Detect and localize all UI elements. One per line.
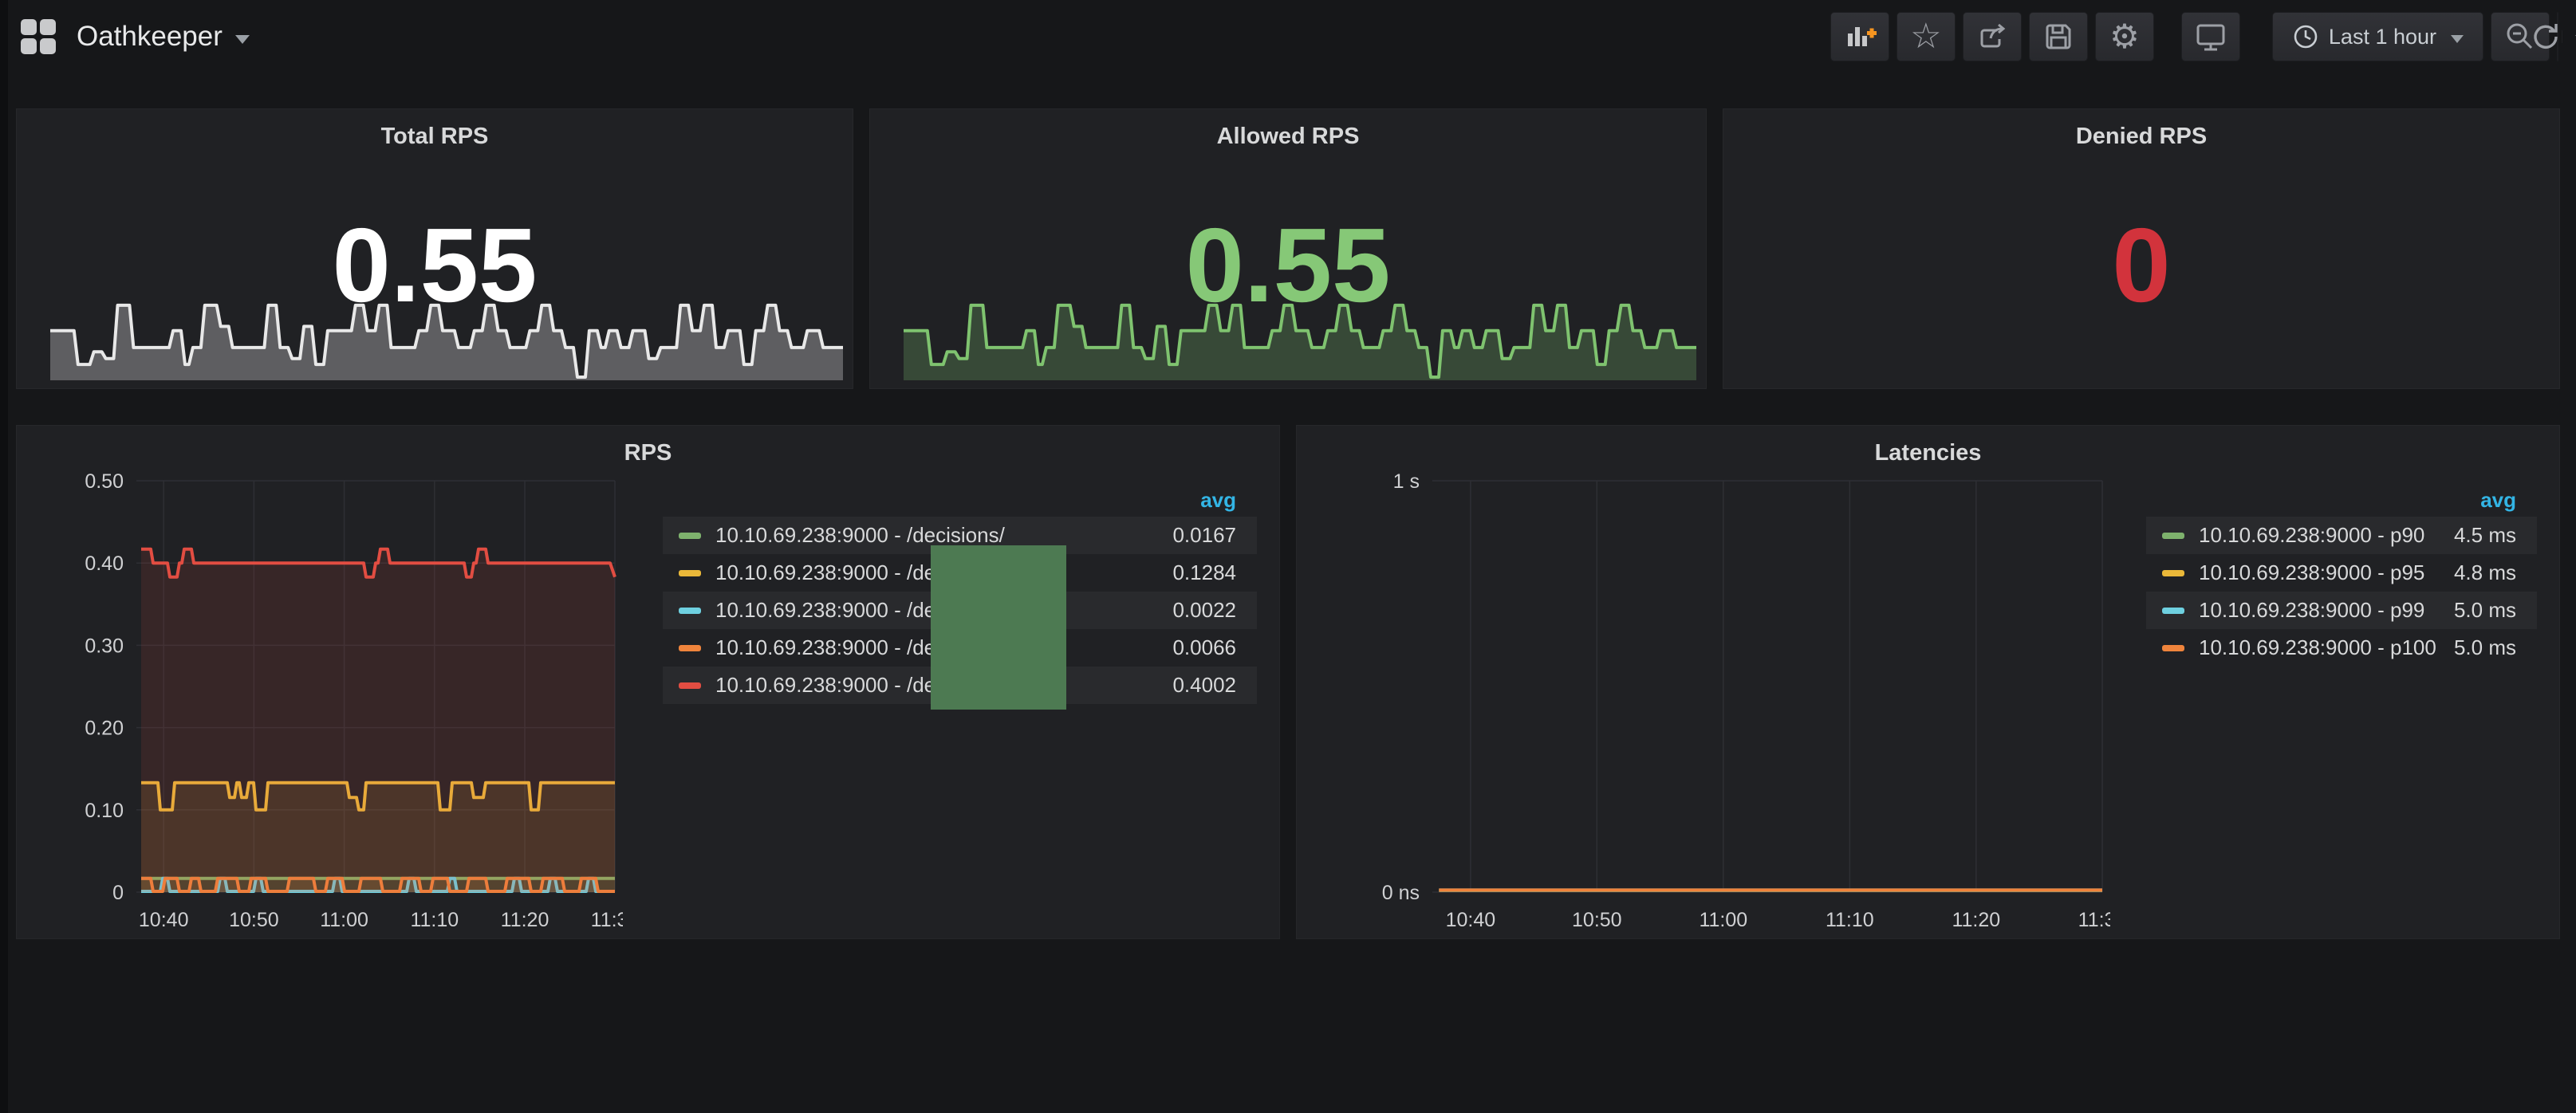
- x-axis-tick-label: 11:00: [1699, 909, 1747, 931]
- y-axis-tick-label: 0.10: [85, 800, 124, 822]
- legend-avg-value: 0.0022: [1172, 598, 1236, 623]
- legend-avg-value: 0.0066: [1172, 635, 1236, 660]
- sparkline-svg: [904, 289, 1696, 380]
- panel-title[interactable]: Latencies: [1297, 440, 2559, 466]
- grid-square: [21, 38, 37, 54]
- dashboard-title-caret-icon[interactable]: [235, 35, 250, 44]
- legend-series-name[interactable]: 10.10.69.238:9000 - p95: [2199, 560, 2454, 585]
- legend-avg-value: 4.8 ms: [2454, 560, 2516, 585]
- legend-avg-value: 0.1284: [1172, 560, 1236, 585]
- panel-total-rps: Total RPS 0.55: [16, 108, 853, 389]
- legend-avg-value: 0.4002: [1172, 673, 1236, 698]
- dashboard-settings-button[interactable]: ⚙: [2095, 12, 2154, 61]
- y-axis-tick-label: 0.30: [85, 635, 124, 657]
- grid-square: [21, 19, 37, 35]
- x-axis-tick-label: 11:30: [2078, 909, 2110, 931]
- top-navbar: Oathkeeper ☆: [0, 0, 2576, 73]
- sparkline: [50, 289, 843, 380]
- legend-header: avg: [2146, 483, 2537, 517]
- settings-gear-icon: ⚙: [2109, 20, 2140, 53]
- y-axis-tick-label: 0 ns: [1382, 882, 1420, 904]
- refresh-interval-dropdown[interactable]: [2562, 30, 2576, 43]
- x-axis-tick-label: 11:10: [410, 909, 459, 931]
- latencies-legend: avg 10.10.69.238:9000 - p904.5 ms10.10.6…: [2146, 483, 2537, 667]
- legend-series-name[interactable]: 10.10.69.238:9000 - p90: [2199, 523, 2454, 548]
- y-axis-tick-label: 0.50: [85, 470, 124, 493]
- latencies-chart-plot[interactable]: 0 ns 1 s 10:40 10:50 11:00 11:10 11:20 11:30: [1329, 470, 2110, 936]
- legend-row[interactable]: 10.10.69.238:9000 - p904.5 ms: [2146, 517, 2537, 554]
- stat-value: 0: [1723, 109, 2559, 388]
- sparkline-svg: [50, 289, 843, 380]
- legend-header: avg: [663, 483, 1257, 517]
- panel-latencies-graph: Latencies 0 ns 1 s 10:40 10:50 11:00 11:10 11:…: [1296, 425, 2560, 939]
- legend-color-chip[interactable]: [679, 608, 701, 614]
- share-dashboard-button[interactable]: [1963, 12, 2022, 61]
- legend-color-chip[interactable]: [2162, 533, 2184, 539]
- x-axis-tick-label: 11:00: [320, 909, 368, 931]
- x-axis-tick-label: 10:40: [1446, 909, 1496, 931]
- collapsed-sidebar-strip: [0, 0, 8, 1113]
- time-range-picker[interactable]: Last 1 hour: [2272, 12, 2483, 61]
- dashboards-grid-icon[interactable]: [21, 19, 56, 54]
- legend-avg-header[interactable]: avg: [1200, 488, 1236, 513]
- refresh-icon: [2528, 20, 2562, 53]
- clock-icon: [2292, 23, 2319, 50]
- grid-square: [40, 38, 56, 54]
- save-dashboard-button[interactable]: [2029, 12, 2088, 61]
- latencies-svg: 0 ns 1 s 10:40 10:50 11:00 11:10 11:20 11:30: [1329, 470, 2110, 936]
- x-axis-tick-label: 10:50: [229, 909, 279, 931]
- time-range-label: Last 1 hour: [2329, 25, 2436, 49]
- star-icon: ☆: [1910, 19, 1941, 54]
- y-axis-tick-label: 0.40: [85, 553, 124, 575]
- refresh-button[interactable]: [2528, 20, 2562, 53]
- tv-mode-button[interactable]: [2181, 12, 2240, 61]
- legend-row[interactable]: 10.10.69.238:9000 - p954.8 ms: [2146, 554, 2537, 592]
- add-panel-icon: [1842, 19, 1877, 54]
- dashboard-title[interactable]: Oathkeeper: [77, 21, 223, 53]
- grafana-dashboard: Oathkeeper ☆: [0, 0, 2576, 1113]
- x-axis-tick-label: 11:20: [1952, 909, 2000, 931]
- legend-avg-value: 5.0 ms: [2454, 598, 2516, 623]
- legend-color-chip[interactable]: [679, 645, 701, 651]
- legend-row[interactable]: 10.10.69.238:9000 - p1005.0 ms: [2146, 629, 2537, 667]
- legend-avg-value: 4.5 ms: [2454, 523, 2516, 548]
- x-axis-tick-label: 11:20: [501, 909, 549, 931]
- sparkline: [904, 289, 1696, 380]
- legend-color-chip[interactable]: [679, 570, 701, 576]
- x-axis-tick-label: 11:30: [591, 909, 623, 931]
- x-axis-tick-label: 10:50: [1572, 909, 1622, 931]
- star-dashboard-button[interactable]: ☆: [1897, 12, 1956, 61]
- save-icon: [2041, 19, 2076, 54]
- legend-series-name[interactable]: 10.10.69.238:9000 - p99: [2199, 598, 2454, 623]
- legend-color-chip[interactable]: [679, 533, 701, 539]
- y-axis-tick-label: 0: [112, 882, 124, 904]
- grid-square: [40, 19, 56, 35]
- legend-row[interactable]: 10.10.69.238:9000 - p995.0 ms: [2146, 592, 2537, 629]
- panel-denied-rps: Denied RPS 0: [1723, 108, 2560, 389]
- panel-allowed-rps: Allowed RPS 0.55: [869, 108, 1707, 389]
- rps-chart-plot[interactable]: 0 0.10 0.20 0.30 0.40 0.50 10:40 10:50 11:00 11:1…: [49, 470, 623, 936]
- legend-avg-value: 5.0 ms: [2454, 635, 2516, 660]
- add-panel-button[interactable]: [1830, 12, 1889, 61]
- y-axis-tick-label: 0.20: [85, 718, 124, 740]
- legend-series-name[interactable]: 10.10.69.238:9000 - p100: [2199, 635, 2454, 660]
- legend-series-name[interactable]: 10.10.69.238:9000 - /decisions/: [715, 523, 1172, 548]
- refresh-button-group: [2557, 12, 2558, 61]
- legend-avg-value: 0.0167: [1172, 523, 1236, 548]
- panel-rps-graph: RPS 0 0.10 0.20 0.30 0.40 0.50 10:40 10:50 11:00…: [16, 425, 1280, 939]
- tv-mode-icon: [2193, 19, 2228, 54]
- x-axis-tick-label: 10:40: [139, 909, 189, 931]
- panel-title[interactable]: RPS: [17, 440, 1279, 466]
- time-range-caret-icon: [2451, 35, 2464, 43]
- legend-color-chip[interactable]: [679, 682, 701, 689]
- x-axis-tick-label: 11:10: [1826, 909, 1874, 931]
- rps-svg: 0 0.10 0.20 0.30 0.40 0.50 10:40 10:50 11:00 11:1…: [49, 470, 623, 936]
- share-icon: [1975, 19, 2010, 54]
- redaction-overlay: [931, 545, 1066, 710]
- legend-avg-header[interactable]: avg: [2480, 488, 2516, 513]
- legend-color-chip[interactable]: [2162, 608, 2184, 614]
- legend-color-chip[interactable]: [2162, 645, 2184, 651]
- legend-color-chip[interactable]: [2162, 570, 2184, 576]
- y-axis-tick-label: 1 s: [1393, 470, 1420, 493]
